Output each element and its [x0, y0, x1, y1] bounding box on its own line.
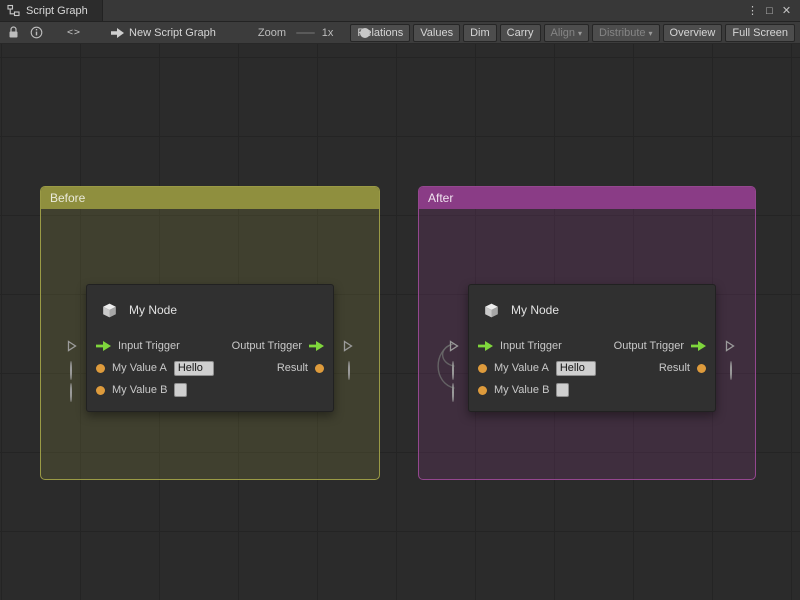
info-icon[interactable]: [30, 26, 43, 39]
value-input-port[interactable]: [478, 364, 487, 373]
external-trigger-out-port[interactable]: [343, 339, 353, 357]
node-header[interactable]: My Node: [87, 285, 333, 335]
tab-title: Script Graph: [26, 5, 88, 17]
align-label: Align: [551, 27, 575, 39]
chevron-down-icon: ▾: [578, 29, 582, 38]
graph-asset-label: New Script Graph: [129, 27, 216, 39]
trigger-output-port[interactable]: [691, 341, 706, 351]
node-header[interactable]: My Node: [469, 285, 715, 335]
value-input-port[interactable]: [478, 386, 487, 395]
unit-cube-icon: [100, 301, 119, 320]
external-result-port[interactable]: [348, 362, 350, 380]
port-row: My Value A Result: [87, 357, 333, 379]
value-b-input[interactable]: [174, 383, 187, 397]
graph-canvas[interactable]: Before My Node Input Trigger Output Trig…: [0, 44, 800, 600]
result-output-port[interactable]: [697, 364, 706, 373]
port-row: Input Trigger Output Trigger: [469, 335, 715, 357]
zoom-slider[interactable]: [296, 27, 315, 39]
zoom-label: Zoom: [258, 27, 286, 39]
port-label: Result: [659, 362, 690, 374]
script-graph-window: Script Graph ⋮ □ ✕ <> New Script Graph Z…: [0, 0, 800, 600]
group-after-header[interactable]: After: [419, 187, 755, 209]
trigger-output-port[interactable]: [309, 341, 324, 351]
zoom-slider-knob[interactable]: [360, 28, 370, 38]
port-label: My Value A: [494, 362, 549, 374]
external-value-port[interactable]: [70, 384, 72, 402]
unit-cube-icon: [482, 301, 501, 320]
graph-toolbar: <> New Script Graph Zoom 1x Relations Va…: [0, 22, 800, 44]
port-label: My Value B: [112, 384, 167, 396]
external-result-port[interactable]: [730, 362, 732, 380]
external-trigger-in-port[interactable]: [449, 339, 459, 357]
zoom-value: 1x: [322, 27, 334, 39]
full-screen-button[interactable]: Full Screen: [725, 24, 795, 42]
align-button[interactable]: Align▾: [544, 24, 589, 42]
port-row: Input Trigger Output Trigger: [87, 335, 333, 357]
value-a-input[interactable]: [174, 361, 214, 376]
toolbar-buttons: Relations Values Dim Carry Align▾ Distri…: [347, 24, 795, 42]
group-title: Before: [50, 191, 85, 205]
overview-button[interactable]: Overview: [663, 24, 723, 42]
group-title: After: [428, 191, 453, 205]
values-button[interactable]: Values: [413, 24, 460, 42]
kebab-menu-icon[interactable]: ⋮: [744, 4, 761, 17]
lock-icon[interactable]: [8, 26, 19, 39]
port-label: Input Trigger: [118, 340, 180, 352]
external-trigger-out-port[interactable]: [725, 339, 735, 357]
result-output-port[interactable]: [315, 364, 324, 373]
distribute-label: Distribute: [599, 27, 645, 39]
tab-script-graph[interactable]: Script Graph: [0, 0, 103, 21]
port-row: My Value A Result: [469, 357, 715, 379]
graph-asset-name[interactable]: New Script Graph: [111, 27, 216, 39]
script-graph-asset-icon: [111, 28, 124, 38]
port-label: Result: [277, 362, 308, 374]
node-title: My Node: [129, 303, 177, 317]
port-label: My Value B: [494, 384, 549, 396]
maximize-icon[interactable]: □: [761, 5, 778, 17]
my-node[interactable]: My Node Input Trigger Output Trigger My …: [86, 284, 334, 412]
zoom-slider-track: [296, 32, 315, 34]
external-value-port[interactable]: [452, 384, 454, 402]
node-title: My Node: [511, 303, 559, 317]
group-before-header[interactable]: Before: [41, 187, 379, 209]
distribute-button[interactable]: Distribute ▾: [592, 24, 659, 42]
group-after[interactable]: After My Node Input Trigger: [418, 186, 756, 480]
graph-tab-icon: [7, 4, 20, 17]
value-input-port[interactable]: [96, 364, 105, 373]
external-trigger-in-port[interactable]: [67, 339, 77, 357]
tab-bar: Script Graph ⋮ □ ✕: [0, 0, 800, 22]
code-view-icon[interactable]: <>: [67, 27, 81, 38]
port-label: My Value A: [112, 362, 167, 374]
port-label: Output Trigger: [232, 340, 302, 352]
trigger-input-port[interactable]: [478, 341, 493, 351]
port-row: My Value B: [469, 379, 715, 401]
external-value-port[interactable]: [70, 362, 72, 380]
value-b-input[interactable]: [556, 383, 569, 397]
dim-button[interactable]: Dim: [463, 24, 497, 42]
port-label: Output Trigger: [614, 340, 684, 352]
close-icon[interactable]: ✕: [778, 4, 795, 17]
window-controls: ⋮ □ ✕: [744, 0, 800, 21]
port-row: My Value B: [87, 379, 333, 401]
chevron-down-icon: ▾: [649, 29, 653, 38]
carry-button[interactable]: Carry: [500, 24, 541, 42]
external-value-port[interactable]: [452, 362, 454, 380]
value-a-input[interactable]: [556, 361, 596, 376]
trigger-input-port[interactable]: [96, 341, 111, 351]
group-before[interactable]: Before My Node Input Trigger Output Trig…: [40, 186, 380, 480]
port-label: Input Trigger: [500, 340, 562, 352]
my-node[interactable]: My Node Input Trigger Output Trigger My …: [468, 284, 716, 412]
value-input-port[interactable]: [96, 386, 105, 395]
